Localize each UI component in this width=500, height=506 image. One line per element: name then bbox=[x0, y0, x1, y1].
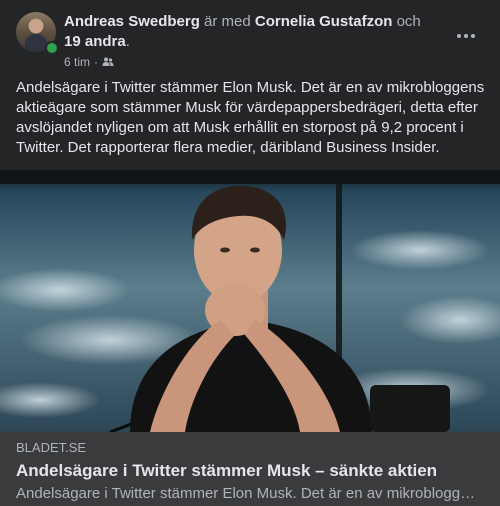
author-avatar[interactable] bbox=[16, 12, 59, 55]
link-preview[interactable]: BLADET.SE Andelsägare i Twitter stämmer … bbox=[0, 432, 500, 506]
link-domain: BLADET.SE bbox=[16, 440, 87, 455]
online-status-dot bbox=[45, 41, 59, 55]
and-text: och bbox=[392, 13, 421, 30]
others-link[interactable]: 19 andra bbox=[64, 33, 126, 50]
more-horizontal-icon bbox=[457, 34, 475, 38]
feed-post: Andreas Swedberg är med Cornelia Gustafz… bbox=[0, 0, 500, 506]
author-name-link[interactable]: Andreas Swedberg bbox=[64, 13, 200, 30]
post-title-line: Andreas Swedberg är med Cornelia Gustafz… bbox=[64, 12, 434, 52]
post-photo[interactable] bbox=[0, 170, 500, 432]
friends-icon[interactable] bbox=[102, 56, 114, 68]
tagged-person-link[interactable]: Cornelia Gustafzon bbox=[255, 13, 393, 30]
post-header: Andreas Swedberg är med Cornelia Gustafz… bbox=[16, 12, 484, 72]
link-title: Andelsägare i Twitter stämmer Musk – sän… bbox=[16, 461, 438, 480]
link-description: Andelsägare i Twitter stämmer Elon Musk.… bbox=[16, 485, 476, 502]
post-meta: 6 tim · bbox=[64, 54, 114, 70]
photo-illustration bbox=[0, 170, 500, 432]
title-period: . bbox=[125, 33, 130, 50]
post-timestamp[interactable]: 6 tim bbox=[64, 54, 90, 70]
more-options-button[interactable] bbox=[448, 18, 484, 54]
post-message: Andelsägare i Twitter stämmer Elon Musk.… bbox=[16, 79, 485, 156]
meta-separator: · bbox=[94, 55, 99, 69]
with-text: är med bbox=[199, 13, 255, 30]
